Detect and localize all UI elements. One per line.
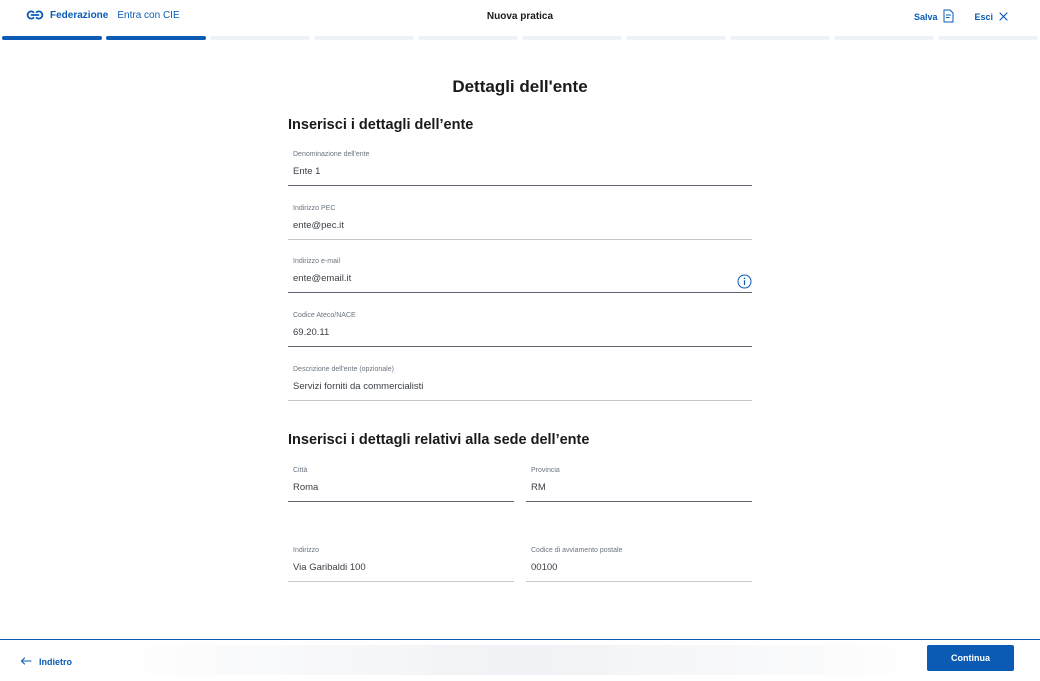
close-icon <box>999 11 1008 23</box>
top-actions: Salva Esci <box>914 9 1008 25</box>
pec-field[interactable]: Indirizzo PEC ente@pec.it <box>288 205 752 240</box>
denominazione-value: Ente 1 <box>293 166 321 177</box>
citta-field[interactable]: Città Roma <box>288 467 514 502</box>
pec-value: ente@pec.it <box>293 220 344 231</box>
ateco-value: 69.20.11 <box>293 327 330 338</box>
descrizione-field[interactable]: Descrizione dell'ente (opzionale) Serviz… <box>288 366 752 401</box>
email-field[interactable]: Indirizzo e-mail ente@email.it <box>288 258 752 293</box>
back-label: Indietro <box>39 657 72 667</box>
form-heading: Dettagli dell'ente <box>452 77 588 96</box>
progress-bar <box>2 36 1038 40</box>
email-label: Indirizzo e-mail <box>293 258 341 265</box>
progress-step <box>106 36 206 40</box>
footer-divider <box>0 639 1040 640</box>
email-value: ente@email.it <box>293 273 352 284</box>
provincia-value: RM <box>531 482 546 493</box>
indirizzo-field[interactable]: Indirizzo Via Garibaldi 100 <box>288 547 514 582</box>
denominazione-label: Denominazione dell'ente <box>293 151 370 158</box>
progress-step <box>522 36 622 40</box>
cap-label: Codice di avviamento postale <box>531 547 623 554</box>
progress-step <box>626 36 726 40</box>
exit-label: Esci <box>974 12 993 22</box>
footer-shade <box>100 645 940 675</box>
cap-field[interactable]: Codice di avviamento postale 00100 <box>526 547 752 582</box>
progress-step <box>2 36 102 40</box>
progress-step <box>418 36 518 40</box>
arrow-left-icon <box>20 657 32 667</box>
back-link[interactable]: Indietro <box>20 657 72 667</box>
progress-step <box>314 36 414 40</box>
ateco-label: Codice Ateco/NACE <box>293 312 356 319</box>
progress-step <box>730 36 830 40</box>
pec-label: Indirizzo PEC <box>293 205 336 212</box>
provincia-label: Provincia <box>531 467 560 474</box>
exit-button[interactable]: Esci <box>974 11 1008 23</box>
page-title: Nuova pratica <box>486 11 554 22</box>
document-icon <box>943 9 954 25</box>
indirizzo-label: Indirizzo <box>293 547 320 554</box>
cap-value: 00100 <box>531 562 558 573</box>
continue-button[interactable]: Continua <box>927 645 1014 671</box>
save-button[interactable]: Salva <box>914 9 955 25</box>
descrizione-label: Descrizione dell'ente (opzionale) <box>293 366 394 373</box>
save-label: Salva <box>913 12 938 22</box>
section-title-sede: Inserisci i dettagli relativi alla sede … <box>288 432 590 448</box>
denominazione-field[interactable]: Denominazione dell'ente Ente 1 <box>288 151 752 186</box>
progress-step <box>834 36 934 40</box>
provincia-field[interactable]: Provincia RM <box>526 467 752 502</box>
citta-value: Roma <box>293 482 319 493</box>
progress-step <box>210 36 310 40</box>
ateco-field[interactable]: Codice Ateco/NACE 69.20.11 <box>288 312 752 347</box>
indirizzo-value: Via Garibaldi 100 <box>293 562 366 573</box>
progress-step <box>938 36 1038 40</box>
top-bar: Federazione Entra con CIE Nuova pratica … <box>0 0 1040 34</box>
citta-label: Città <box>293 467 308 474</box>
info-icon[interactable] <box>737 274 752 294</box>
section-title-ente: Inserisci i dettagli dell’ente <box>288 117 474 133</box>
descrizione-value: Servizi forniti da commercialisti <box>293 381 424 392</box>
